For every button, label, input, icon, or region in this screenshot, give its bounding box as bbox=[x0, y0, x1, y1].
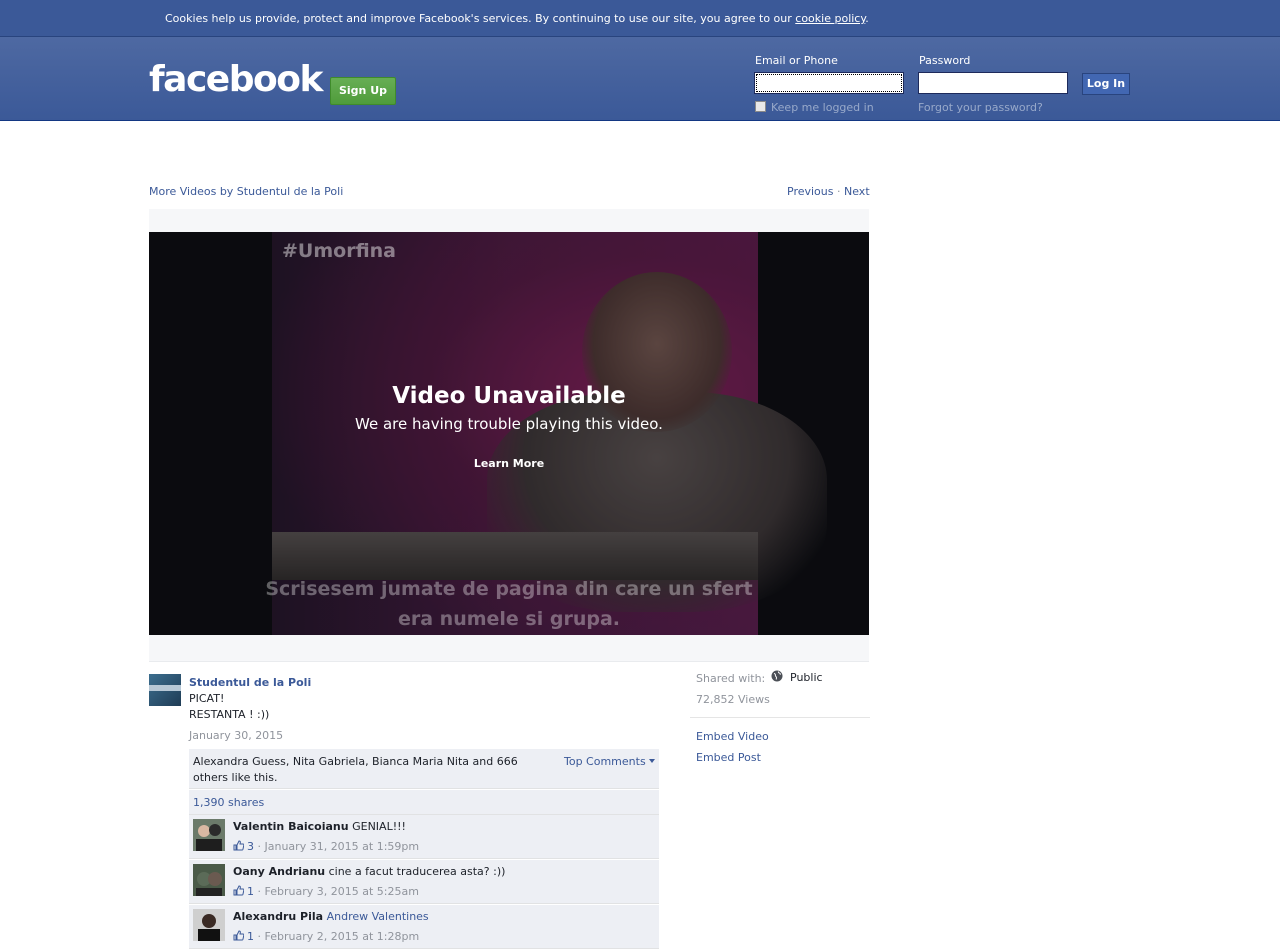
video-unavailable-title: Video Unavailable bbox=[392, 383, 626, 409]
like-thumb-icon[interactable] bbox=[233, 930, 244, 941]
log-in-button[interactable]: Log In bbox=[1082, 73, 1130, 95]
globe-icon bbox=[771, 670, 783, 682]
keep-logged-in-label[interactable]: Keep me logged in bbox=[771, 101, 874, 114]
comment-item: Oany Andrianu cine a facut traducerea as… bbox=[189, 860, 659, 904]
audience-label: Public bbox=[790, 671, 823, 684]
commenter-avatar[interactable] bbox=[193, 864, 225, 896]
comment-meta: 1 · February 3, 2015 at 5:25am bbox=[233, 885, 419, 898]
shares-row: 1,390 shares bbox=[189, 790, 659, 815]
page-avatar[interactable] bbox=[149, 674, 181, 706]
email-field[interactable] bbox=[754, 72, 904, 94]
likes-summary: Alexandra Guess, Nita Gabriela, Bianca M… bbox=[189, 749, 659, 789]
video-pager: Previous · Next bbox=[787, 185, 870, 198]
comment-mention-link[interactable]: Andrew Valentines bbox=[327, 910, 429, 923]
avatar-photo bbox=[193, 819, 225, 851]
sign-up-button[interactable]: Sign Up bbox=[330, 77, 396, 105]
commenter-name[interactable]: Alexandru Pila bbox=[233, 910, 323, 923]
comment-like-count[interactable]: 3 bbox=[247, 840, 254, 853]
post-author-link[interactable]: Studentul de la Poli bbox=[189, 676, 311, 689]
email-label: Email or Phone bbox=[755, 54, 838, 67]
comment-like-count[interactable]: 1 bbox=[247, 885, 254, 898]
shares-link[interactable]: 1,390 shares bbox=[193, 796, 264, 809]
comment-time[interactable]: February 2, 2015 at 1:28pm bbox=[265, 930, 420, 943]
video-hashtag: #Umorfina bbox=[282, 240, 396, 262]
commenter-avatar[interactable] bbox=[193, 909, 225, 941]
top-comments-label: Top Comments bbox=[564, 755, 646, 768]
commenter-name[interactable]: Oany Andrianu bbox=[233, 865, 325, 878]
cookie-banner-text: Cookies help us provide, protect and imp… bbox=[165, 12, 869, 25]
video-subtitle-line2: era numele si grupa. bbox=[397, 608, 621, 630]
cookie-banner: Cookies help us provide, protect and imp… bbox=[0, 0, 1280, 37]
comment-meta: 3 · January 31, 2015 at 1:59pm bbox=[233, 840, 419, 853]
next-link[interactable]: Next bbox=[844, 185, 870, 198]
learn-more-link[interactable]: Learn More bbox=[149, 457, 869, 470]
video-overlay bbox=[149, 232, 869, 635]
sidebar-divider bbox=[690, 717, 870, 718]
more-videos-link[interactable]: More Videos by Studentul de la Poli bbox=[149, 185, 343, 198]
video-unavailable-description: We are having trouble playing this video… bbox=[355, 415, 663, 433]
embed-post-link[interactable]: Embed Post bbox=[696, 751, 761, 764]
previous-link[interactable]: Previous bbox=[787, 185, 834, 198]
top-comments-dropdown[interactable]: Top Comments bbox=[564, 755, 655, 768]
caret-down-icon bbox=[648, 759, 655, 763]
comment-body: Valentin Baicoianu GENIAL!!! bbox=[233, 820, 653, 833]
comment-text: GENIAL!!! bbox=[352, 820, 406, 833]
comment-meta: 1 · February 2, 2015 at 1:28pm bbox=[233, 930, 419, 943]
avatar-photo bbox=[193, 864, 225, 896]
cookie-text-end: . bbox=[865, 12, 869, 25]
comment-body: Oany Andrianu cine a facut traducerea as… bbox=[233, 865, 653, 878]
likes-text[interactable]: Alexandra Guess, Nita Gabriela, Bianca M… bbox=[193, 754, 533, 786]
shared-with-label: Shared with: bbox=[696, 672, 766, 685]
comment-time[interactable]: January 31, 2015 at 1:59pm bbox=[265, 840, 420, 853]
comment-item: Alexandru Pila Andrew Valentines 1 · Feb… bbox=[189, 905, 659, 949]
post-date-link[interactable]: January 30, 2015 bbox=[189, 729, 283, 742]
comment-item: Valentin Baicoianu GENIAL!!! 3 · January… bbox=[189, 815, 659, 859]
comment-body: Alexandru Pila Andrew Valentines bbox=[233, 910, 653, 923]
like-thumb-icon[interactable] bbox=[233, 840, 244, 851]
keep-logged-in-checkbox[interactable] bbox=[755, 101, 766, 112]
video-frame-bottom bbox=[149, 635, 869, 662]
password-label: Password bbox=[919, 54, 971, 67]
facebook-logo[interactable]: facebook bbox=[149, 59, 323, 100]
avatar-banner bbox=[149, 685, 181, 691]
embed-video-link[interactable]: Embed Video bbox=[696, 730, 769, 743]
comment-text: cine a facut traducerea asta? :)) bbox=[328, 865, 506, 878]
commenter-name[interactable]: Valentin Baicoianu bbox=[233, 820, 349, 833]
comment-time[interactable]: February 3, 2015 at 5:25am bbox=[265, 885, 419, 898]
pager-separator: · bbox=[837, 185, 841, 198]
password-field[interactable] bbox=[918, 72, 1068, 94]
video-player[interactable]: #Umorfina Scrisesem jumate de pagina din… bbox=[149, 232, 869, 635]
like-thumb-icon[interactable] bbox=[233, 885, 244, 896]
comment-like-count[interactable]: 1 bbox=[247, 930, 254, 943]
post-text-line1: PICAT! bbox=[189, 692, 225, 705]
forgot-password-link[interactable]: Forgot your password? bbox=[918, 101, 1043, 114]
post-text-line2: RESTANTA ! :)) bbox=[189, 708, 270, 721]
avatar-photo bbox=[193, 909, 225, 941]
video-subtitle-line1: Scrisesem jumate de pagina din care un s… bbox=[265, 578, 753, 600]
cookie-policy-link[interactable]: cookie policy bbox=[795, 12, 865, 25]
cookie-text: Cookies help us provide, protect and imp… bbox=[165, 12, 796, 25]
video-frame-top bbox=[149, 209, 869, 232]
commenter-avatar[interactable] bbox=[193, 819, 225, 851]
view-count: 72,852 Views bbox=[696, 693, 770, 706]
top-header: facebook Sign Up Email or Phone Password… bbox=[0, 37, 1280, 121]
